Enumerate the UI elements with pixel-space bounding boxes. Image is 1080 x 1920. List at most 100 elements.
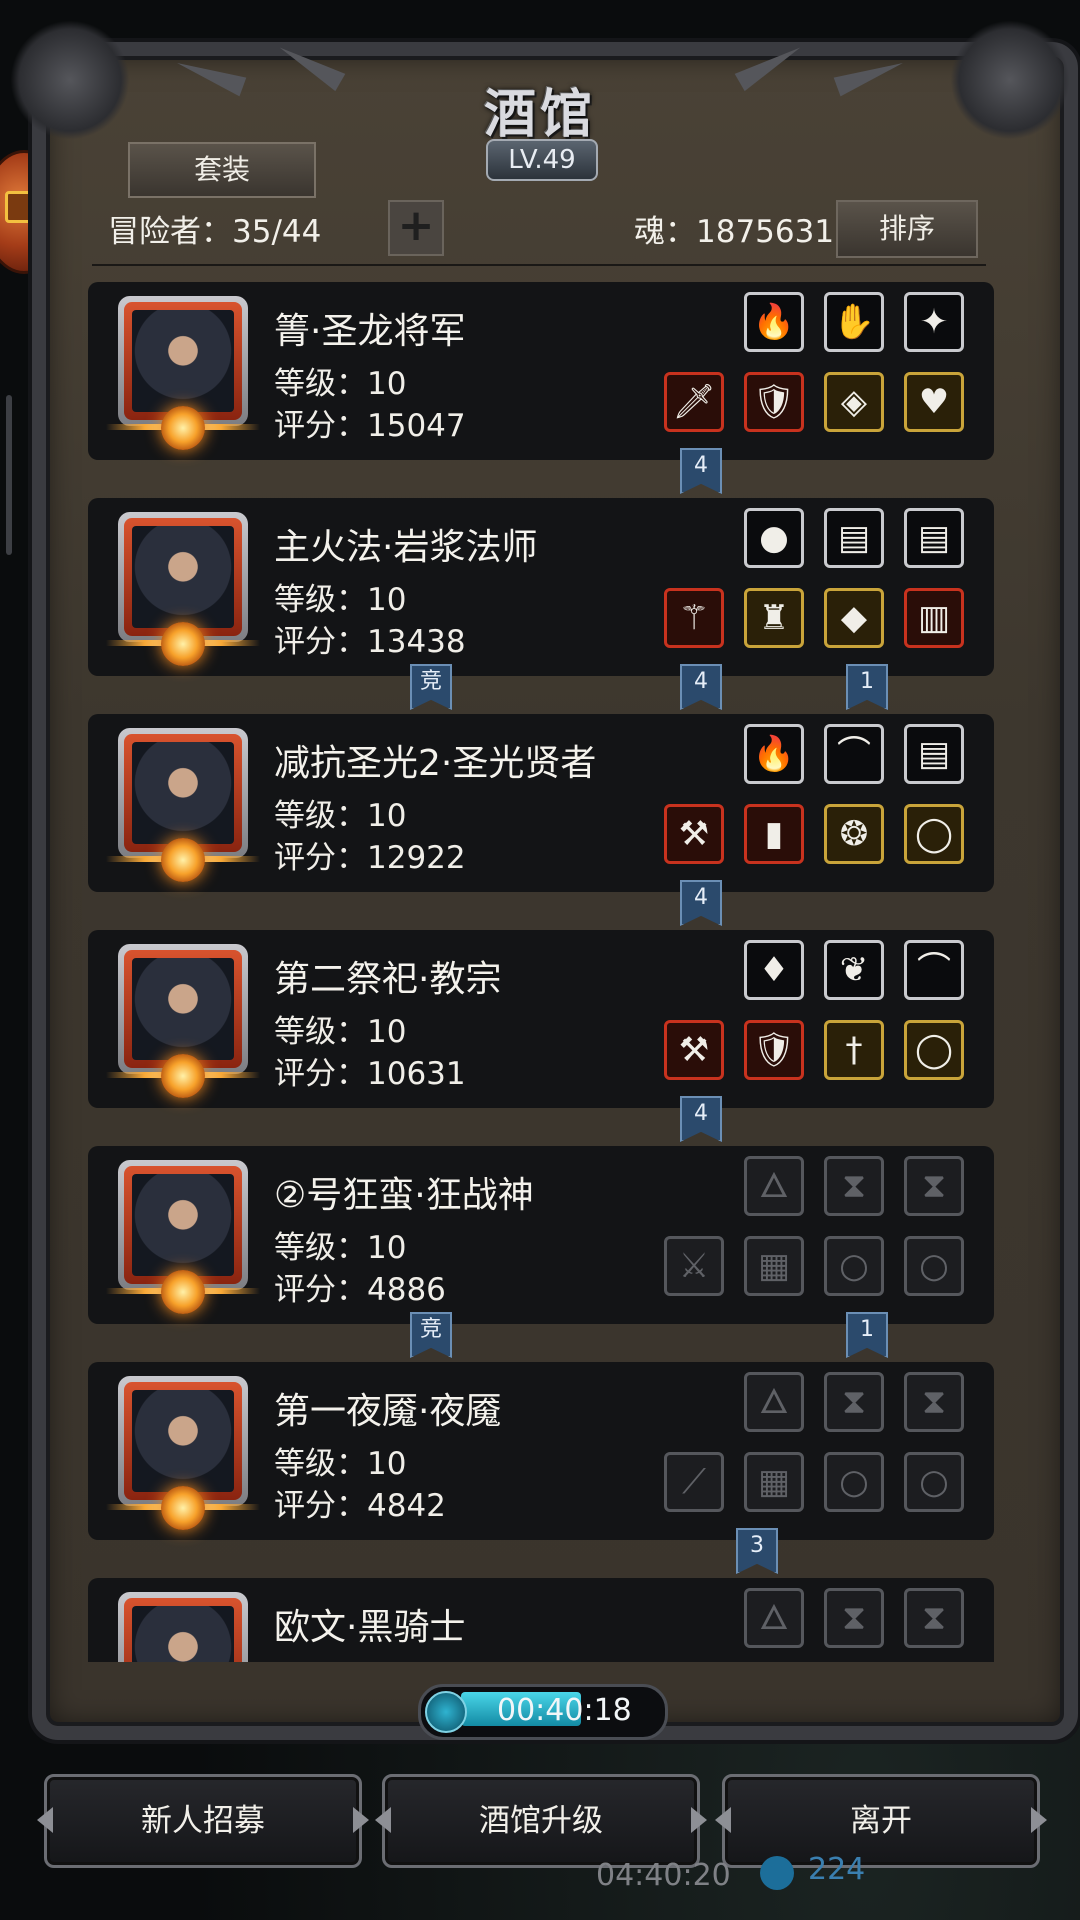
staff-icon[interactable]: ⚚ (664, 588, 724, 648)
ring-slot-icon[interactable]: ○ (904, 1236, 964, 1296)
necklace-icon[interactable]: ❂ (824, 804, 884, 864)
hourglass-slot-icon[interactable]: ⧗ (824, 1372, 884, 1432)
hourglass-slot-icon-glyph: ⧗ (842, 1382, 866, 1422)
hero-list[interactable]: 箐·圣龙将军 等级：10 评分：15047 🔥 ✋ ✦ 🗡 🛡 ◈ ♥ 主火法·岩浆法师 等级：10 评… (86, 278, 996, 1662)
ring-slot-icon-glyph: ○ (919, 1246, 949, 1286)
sort-button[interactable]: 排序 (836, 200, 978, 258)
hero-avatar (132, 1606, 234, 1662)
hourglass-slot-icon-glyph: ⧗ (922, 1382, 946, 1422)
bow-icon[interactable]: ⌒ (904, 940, 964, 1000)
ring-slot-icon[interactable]: ○ (904, 1452, 964, 1512)
rank-emblem-icon (161, 622, 205, 666)
tome-icon[interactable]: ▥ (904, 588, 964, 648)
gem-count: 224 (808, 1852, 866, 1887)
armor-slot-icon-glyph: ▦ (757, 1462, 791, 1502)
recruit-button[interactable]: 新人招募 (44, 1774, 362, 1868)
armor-icon[interactable]: 🛡 (744, 372, 804, 432)
dagger-icon-glyph: † (845, 1030, 863, 1070)
hammer-icon-glyph: ⚒ (678, 814, 710, 854)
add-capacity-button[interactable]: + (388, 200, 444, 256)
ring-icon-glyph: ◯ (914, 1030, 954, 1070)
ring-slot-icon[interactable]: ○ (824, 1452, 884, 1512)
hero-level: 等级：10 (274, 366, 407, 402)
hammer-icon[interactable]: ⚒ (664, 1020, 724, 1080)
hourglass-slot-icon[interactable]: ⧗ (824, 1588, 884, 1648)
necklace-icon-glyph: ❂ (839, 814, 869, 854)
flame-slot-icon[interactable]: 🜂 (744, 1156, 804, 1216)
hourglass-slot-icon[interactable]: ⧗ (904, 1588, 964, 1648)
cloak-icon[interactable]: ▮ (744, 804, 804, 864)
flame-slot-icon[interactable]: 🜂 (744, 1372, 804, 1432)
bracer-icon[interactable]: ◈ (824, 372, 884, 432)
hero-card[interactable]: 欧文·黑骑士等级 🜂 ⧗ ⧗ (88, 1578, 994, 1662)
fire-orb-icon[interactable]: 🔥 (744, 292, 804, 352)
blue-orb-icon[interactable]: ● (744, 508, 804, 568)
hero-card[interactable]: 第二祭祀·教宗 等级：10 评分：10631 ♦ ❦ ⌒ ⚒ 🛡 † ◯ (88, 930, 994, 1108)
ring-slot-icon[interactable]: ○ (824, 1236, 884, 1296)
side-scrollbar[interactable] (6, 395, 12, 555)
hourglass-slot-icon-glyph: ⧗ (842, 1598, 866, 1638)
hero-avatar (132, 742, 234, 844)
hourglass-slot-icon-glyph: ⧗ (922, 1166, 946, 1206)
hero-card[interactable]: 减抗圣光2·圣光贤者 等级：10 评分：12922 🔥 ⌒ ▤ ⚒ ▮ ❂ ◯ (88, 714, 994, 892)
gauntlet-icon[interactable]: ✋ (824, 292, 884, 352)
flame-slot-icon-glyph: 🜂 (759, 1598, 789, 1638)
suit-button[interactable]: 套装 (128, 142, 316, 198)
gem-icon-glyph: ◆ (840, 598, 868, 638)
hammer-icon-glyph: ⚒ (678, 1030, 710, 1070)
hourglass-slot-icon[interactable]: ⧗ (904, 1156, 964, 1216)
hero-score: 评分：4842 (274, 1488, 446, 1524)
hourglass-slot-icon[interactable]: ⧗ (824, 1156, 884, 1216)
green-scroll-icon[interactable]: ▤ (904, 508, 964, 568)
staff-icon-glyph: ⚚ (678, 598, 710, 638)
set-bonus-bookmark: 4 (680, 664, 722, 710)
robe-icon[interactable]: ♜ (744, 588, 804, 648)
blade-slot-icon[interactable]: ⟋ (664, 1452, 724, 1512)
rank-emblem-icon (161, 1486, 205, 1530)
sword-icon-glyph: 🗡 (672, 382, 716, 422)
emblem-icon-glyph: ✦ (919, 302, 949, 342)
hero-card[interactable]: ②号狂蛮·狂战神 等级：10 评分：4886 🜂 ⧗ ⧗ ⚔ ▦ ○ ○ (88, 1146, 994, 1324)
amulet-icon[interactable]: ♥ (904, 372, 964, 432)
ring-icon[interactable]: ◯ (904, 1020, 964, 1080)
flame-slot-icon[interactable]: 🜂 (744, 1588, 804, 1648)
ring-slot-icon-glyph: ○ (839, 1462, 869, 1502)
fire-orb-icon-glyph: 🔥 (752, 734, 796, 774)
dagger-icon[interactable]: † (824, 1020, 884, 1080)
fire-orb-icon-glyph: 🔥 (752, 302, 796, 342)
ring-slot-icon-glyph: ○ (919, 1462, 949, 1502)
green-scroll-icon[interactable]: ▤ (824, 508, 884, 568)
fire-orb-icon[interactable]: 🔥 (744, 724, 804, 784)
blue-orb-icon-glyph: ● (759, 518, 789, 558)
bow-icon[interactable]: ⌒ (824, 724, 884, 784)
upgrade-tavern-button[interactable]: 酒馆升级 (382, 1774, 700, 1868)
emblem-icon[interactable]: ✦ (904, 292, 964, 352)
hero-card[interactable]: 第一夜魇·夜魇 等级：10 评分：4842 🜂 ⧗ ⧗ ⟋ ▦ ○ ○ (88, 1362, 994, 1540)
bow-icon-glyph: ⌒ (837, 734, 871, 774)
green-scroll-icon[interactable]: ▤ (904, 724, 964, 784)
sword-icon[interactable]: 🗡 (664, 372, 724, 432)
hero-avatar (132, 1390, 234, 1492)
armor-slot-icon[interactable]: ▦ (744, 1236, 804, 1296)
green-crystal-icon[interactable]: ♦ (744, 940, 804, 1000)
wing-icon[interactable]: ❦ (824, 940, 884, 1000)
armor-icon-glyph: 🛡 (752, 382, 796, 422)
axe-slot-icon[interactable]: ⚔ (664, 1236, 724, 1296)
hero-portrait[interactable] (118, 1592, 248, 1662)
hammer-icon[interactable]: ⚒ (664, 804, 724, 864)
leave-button[interactable]: 离开 (722, 1774, 1040, 1868)
hourglass-slot-icon[interactable]: ⧗ (904, 1372, 964, 1432)
armor-icon-glyph: 🛡 (752, 1030, 796, 1070)
hero-card[interactable]: 箐·圣龙将军 等级：10 评分：15047 🔥 ✋ ✦ 🗡 🛡 ◈ ♥ (88, 282, 994, 460)
hero-level: 等级：10 (274, 798, 407, 834)
gem-icon[interactable]: ◆ (824, 588, 884, 648)
armor-slot-icon[interactable]: ▦ (744, 1452, 804, 1512)
cloak-icon-glyph: ▮ (764, 814, 784, 854)
hero-avatar (132, 526, 234, 628)
tavern-level-badge: LV.49 (486, 139, 598, 181)
hero-card[interactable]: 主火法·岩浆法师 等级：10 评分：13438 ● ▤ ▤ ⚚ ♜ ◆ ▥ (88, 498, 994, 676)
armor-icon[interactable]: 🛡 (744, 1020, 804, 1080)
ring-icon[interactable]: ◯ (904, 804, 964, 864)
hero-score: 评分：10631 (274, 1056, 466, 1092)
set-bonus-bookmark: 1 (846, 664, 888, 710)
